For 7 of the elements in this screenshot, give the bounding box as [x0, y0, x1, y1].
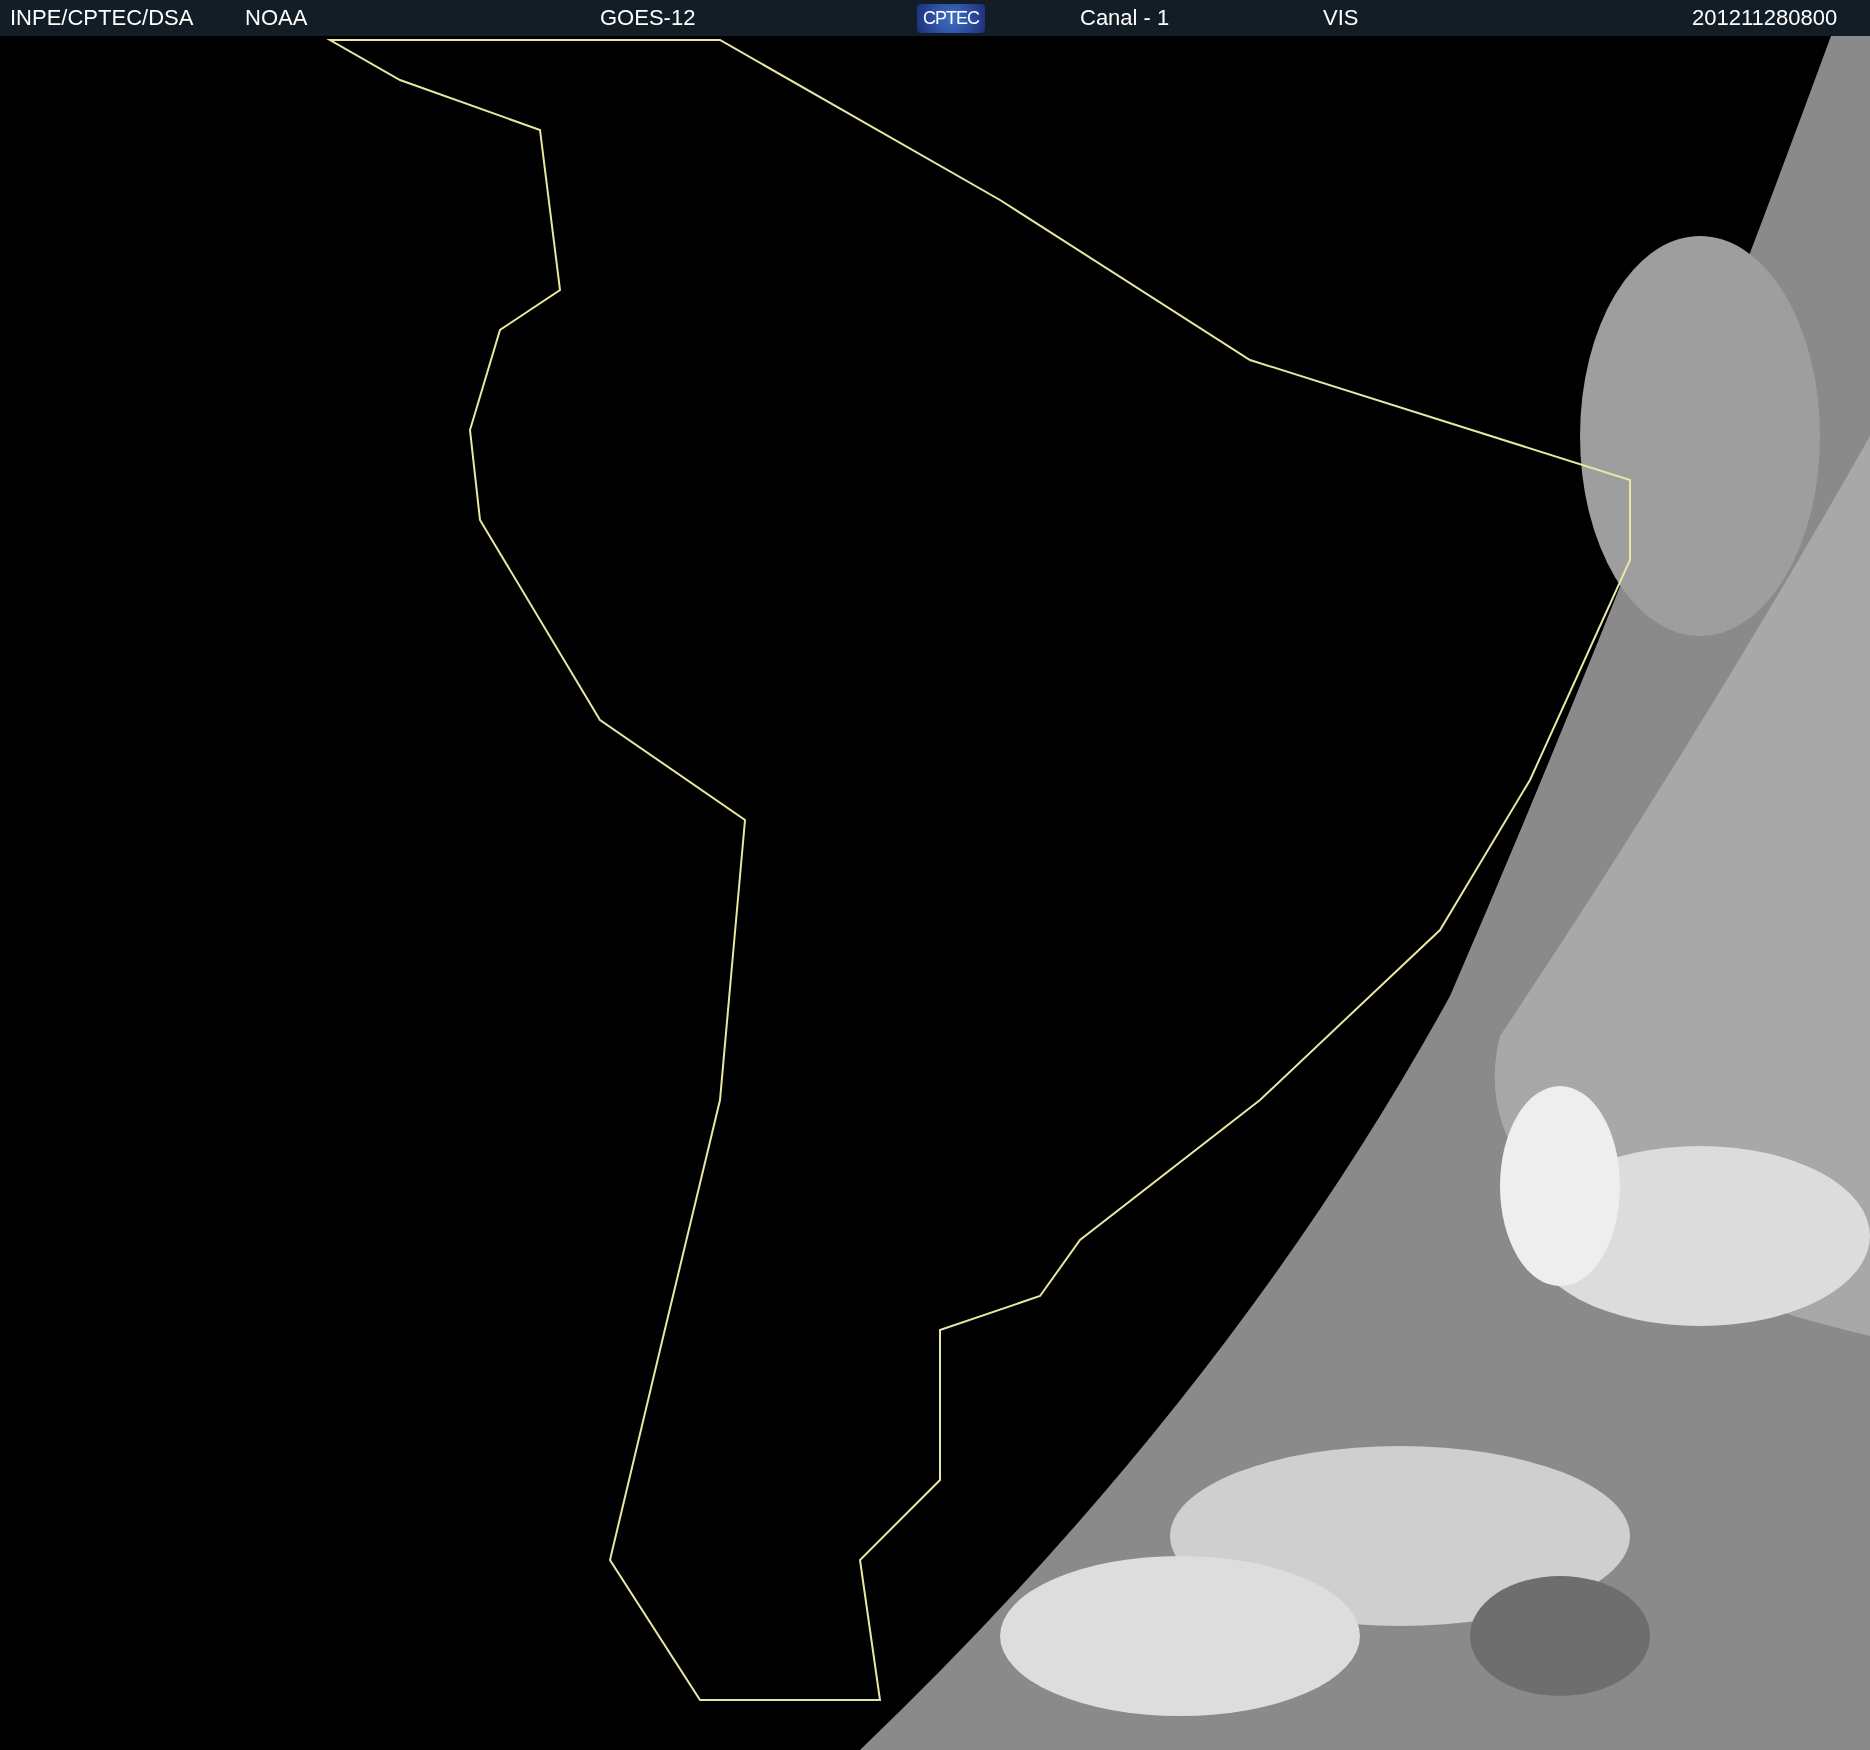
channel-label: Canal - 1 — [1080, 5, 1170, 31]
satellite-label: GOES-12 — [600, 5, 696, 31]
logo: CPTEC — [917, 3, 985, 33]
source-label: INPE/CPTEC/DSA — [10, 5, 194, 31]
band-label: VIS — [1323, 5, 1359, 31]
agency-label: NOAA — [245, 5, 308, 31]
timestamp-label: 201211280800 — [1692, 5, 1838, 31]
